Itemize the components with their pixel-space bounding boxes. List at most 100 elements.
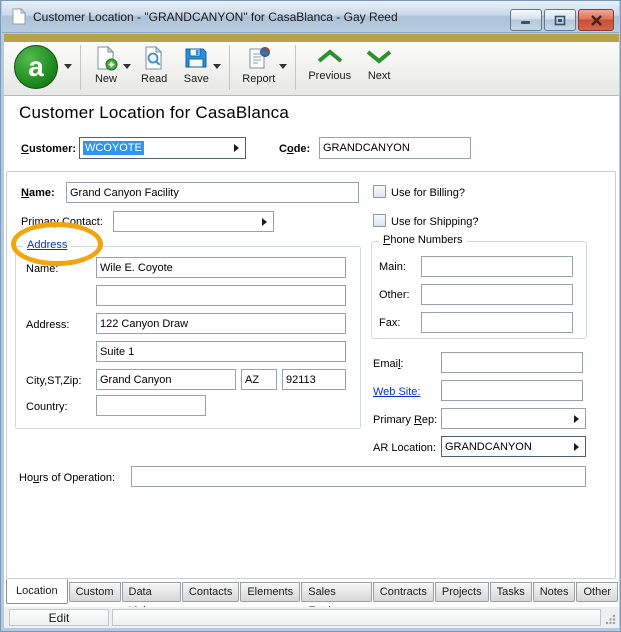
customer-label: Customer: [21,143,76,155]
status-bar: Edit [4,607,619,628]
maximize-icon [554,15,566,26]
country-input[interactable] [96,395,206,416]
new-label: New [95,73,117,85]
phone-fax-input[interactable] [421,312,573,333]
toolbar-separator [80,45,81,90]
minimize-button[interactable] [510,9,542,31]
phone-numbers-title: Phone Numbers [379,234,467,246]
hours-of-operation-input[interactable] [131,466,586,487]
primary-rep-combo[interactable] [441,408,586,429]
phone-main-input[interactable] [421,256,573,277]
name-input[interactable] [66,182,359,203]
address-line2-input[interactable] [96,341,346,362]
address-name-line2-input[interactable] [96,285,346,306]
new-document-icon [93,45,119,71]
next-button[interactable]: Next [359,42,399,82]
email-input[interactable] [441,352,583,373]
tab-location[interactable]: Location [6,579,68,604]
chevron-up-icon [314,49,346,64]
status-mode: Edit [9,609,109,626]
city-st-zip-label: City,ST,Zip: [26,375,81,387]
read-label: Read [141,73,167,85]
chevron-down-icon [363,49,395,64]
tab-sales-entries[interactable]: Sales Entries [301,582,372,602]
tab-notes[interactable]: Notes [533,582,576,602]
phone-other-input[interactable] [421,284,573,305]
save-label: Save [184,73,209,85]
app-logo-button[interactable]: a [14,45,58,89]
tab-projects[interactable]: Projects [435,582,489,602]
toolbar-separator [295,45,296,90]
close-icon [590,15,603,26]
state-input[interactable] [241,369,277,390]
zip-input[interactable] [282,369,346,390]
email-label: Email: [373,358,404,370]
tab-data-links[interactable]: Data Links [122,582,181,602]
resize-grip[interactable] [605,614,616,625]
primary-rep-label: Primary Rep: [373,414,437,426]
toolbar: a New Read [4,42,619,96]
phone-other-label: Other: [379,289,410,301]
use-for-billing-label: Use for Billing? [391,187,465,199]
document-icon [11,8,26,25]
toolbar-separator [229,45,230,90]
read-button[interactable]: Read [137,42,171,85]
ar-location-value: GRANDCANYON [445,441,532,453]
save-button[interactable]: Save [179,42,213,85]
tab-tasks[interactable]: Tasks [490,582,532,602]
new-button[interactable]: New [89,42,123,85]
city-input[interactable] [96,369,236,390]
report-label: Report [242,73,275,85]
read-document-icon [141,45,167,71]
phone-fax-label: Fax: [379,317,400,329]
country-label: Country: [26,401,68,413]
next-label: Next [368,70,391,82]
minimize-icon [520,15,532,25]
tab-other[interactable]: Other [576,582,618,602]
status-message-panel [112,609,601,626]
title-bar[interactable]: Customer Location - "GRANDCANYON" for Ca… [2,1,619,33]
phone-main-label: Main: [379,261,406,273]
tab-custom[interactable]: Custom [69,582,121,602]
save-floppy-icon [183,45,209,71]
report-button[interactable]: Report [238,42,279,85]
new-dropdown-arrow-icon[interactable] [123,64,131,69]
accent-strip [4,34,619,42]
customer-value: WCOYOTE [83,141,144,155]
report-dropdown-arrow-icon[interactable] [279,64,287,69]
code-input[interactable] [319,137,471,159]
tab-elements[interactable]: Elements [240,582,300,602]
address-link[interactable]: Address [23,239,71,251]
logo-dropdown-arrow-icon[interactable] [64,64,72,69]
tab-contacts[interactable]: Contacts [182,582,239,602]
address-name-label: Name: [26,263,58,275]
window-title: Customer Location - "GRANDCANYON" for Ca… [33,10,398,24]
primary-contact-label: Primary Contact: [21,216,103,228]
use-for-shipping-label: Use for Shipping? [391,216,478,228]
previous-label: Previous [308,70,351,82]
primary-rep-combo-arrow-icon[interactable] [574,415,579,423]
primary-contact-combo[interactable] [113,211,274,232]
ar-location-combo-arrow-icon[interactable] [574,443,579,451]
application-window: Customer Location - "GRANDCANYON" for Ca… [0,0,621,632]
maximize-button[interactable] [544,9,576,31]
hours-of-operation-label: Hours of Operation: [19,472,115,484]
use-for-shipping-checkbox[interactable] [373,214,386,227]
customer-combo[interactable]: WCOYOTE [79,137,246,159]
web-site-link[interactable]: Web Site: [373,386,421,398]
tab-contracts[interactable]: Contracts [373,582,434,602]
address-name-line1-input[interactable] [96,257,346,278]
previous-button[interactable]: Previous [304,42,355,82]
web-site-input[interactable] [441,380,583,401]
address-label: Address: [26,319,69,331]
address-line1-input[interactable] [96,313,346,334]
close-button[interactable] [578,9,614,31]
page-title: Customer Location for CasaBlanca [19,103,289,123]
report-icon [246,45,272,71]
use-for-billing-checkbox[interactable] [373,185,386,198]
customer-combo-arrow-icon[interactable] [234,144,239,152]
save-dropdown-arrow-icon[interactable] [213,64,221,69]
ar-location-combo[interactable]: GRANDCANYON [441,436,586,457]
ar-location-label: AR Location: [373,442,436,454]
primary-contact-combo-arrow-icon[interactable] [262,218,267,226]
